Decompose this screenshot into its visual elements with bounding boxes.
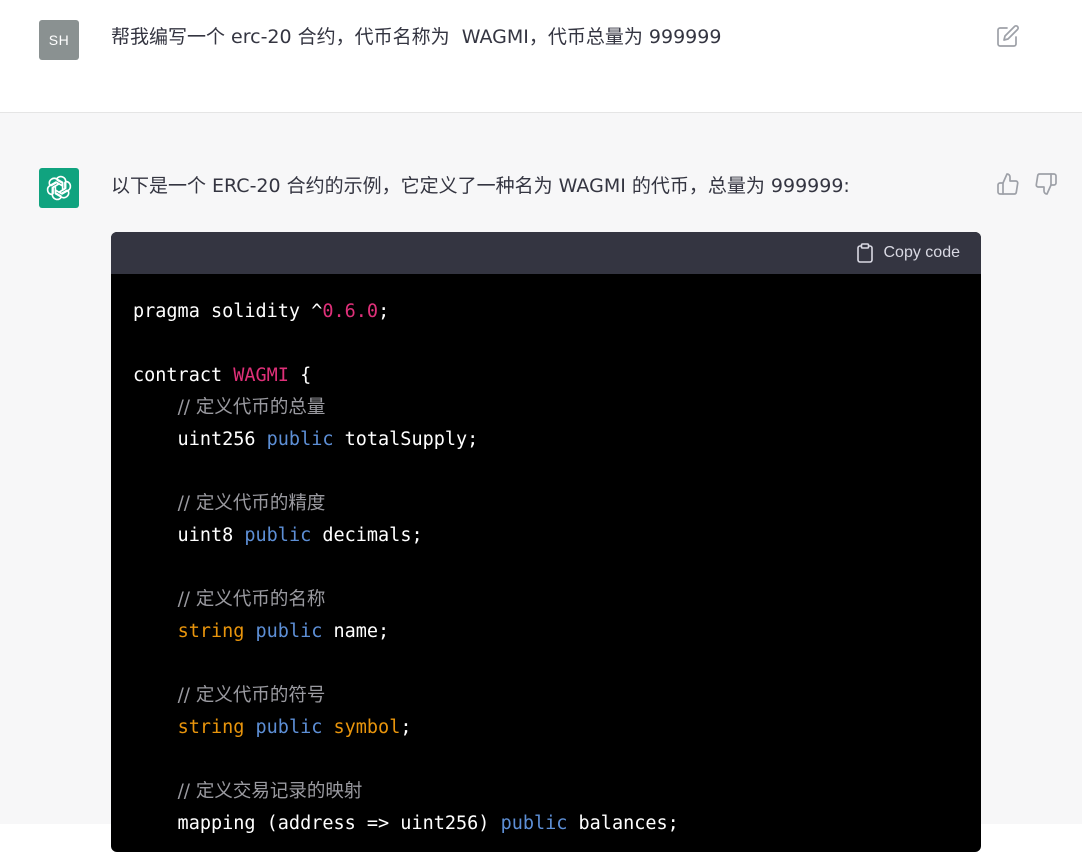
user-avatar-initials: SH [48,32,70,48]
edit-icon [997,25,1019,47]
code-token: public [255,621,323,642]
code-token: contract [133,365,234,386]
code-token: { [288,365,312,386]
assistant-message-row: 以下是一个 ERC-20 合约的示例，它定义了一种名为 WAGMI 的代币，总量… [0,113,1082,852]
code-line: // 定义交易记录的映射 [133,776,679,808]
thumbs-down-button[interactable] [1034,172,1058,196]
code-token: ; [378,301,390,322]
code-token: // 定义交易记录的映射 [177,781,363,802]
code-line: mapping (address => uint256) public bala… [133,808,679,840]
code-token: ; [400,717,412,738]
code-token: string [177,621,245,642]
thumbs-up-icon [997,173,1019,195]
code-block-header: Copy code [111,232,981,274]
code-token: public [255,717,323,738]
code-line: pragma solidity ^0.6.0; [133,296,679,328]
code-token: string [177,717,245,738]
code-content: pragma solidity ^0.6.0; contract WAGMI { … [133,296,679,840]
copy-code-button[interactable]: Copy code [856,241,961,265]
code-line: // 定义代币的精度 [133,488,679,520]
assistant-message-text: 以下是一个 ERC-20 合约的示例，它定义了一种名为 WAGMI 的代币，总量… [111,175,850,197]
code-block: Copy code pragma solidity ^0.6.0; contrac… [111,232,981,852]
code-token: pragma solidity ^ [133,301,323,322]
code-token: decimals; [311,525,423,546]
code-token: name; [322,621,390,642]
code-token: WAGMI [233,365,289,386]
code-line: // 定义代币的符号 [133,680,679,712]
user-message-text: 帮我编写一个 erc-20 合约，代币名称为 WAGMI，代币总量为 99999… [111,26,722,48]
code-token: // 定义代币的总量 [177,397,326,418]
code-token: // 定义代币的精度 [177,493,326,514]
code-token: public [266,429,334,450]
code-line: string public name; [133,616,679,648]
openai-logo-icon [46,175,72,201]
clipboard-icon [856,243,873,263]
code-token: totalSupply; [333,429,479,450]
thumbs-down-icon [1035,173,1057,195]
code-line: uint256 public totalSupply; [133,424,679,456]
code-token: public [244,525,312,546]
code-token: uint8 [133,525,245,546]
assistant-avatar [39,168,79,208]
code-line: uint8 public decimals; [133,520,679,552]
user-message-row: SH 帮我编写一个 erc-20 合约，代币名称为 WAGMI，代币总量为 99… [0,0,1082,113]
code-token: symbol [333,717,401,738]
edit-message-button[interactable] [996,24,1020,48]
code-token: // 定义代币的名称 [177,589,326,610]
code-line: // 定义代币的名称 [133,584,679,616]
thumbs-up-button[interactable] [996,172,1020,196]
code-token: // 定义代币的符号 [177,685,326,706]
user-avatar: SH [39,20,79,60]
code-line: string public symbol; [133,712,679,744]
copy-code-label: Copy code [883,244,961,261]
code-line: contract WAGMI { [133,360,679,392]
code-token: 0.6.0 [322,301,379,322]
code-line: // 定义代币的总量 [133,392,679,424]
code-token: uint256 [133,429,267,450]
